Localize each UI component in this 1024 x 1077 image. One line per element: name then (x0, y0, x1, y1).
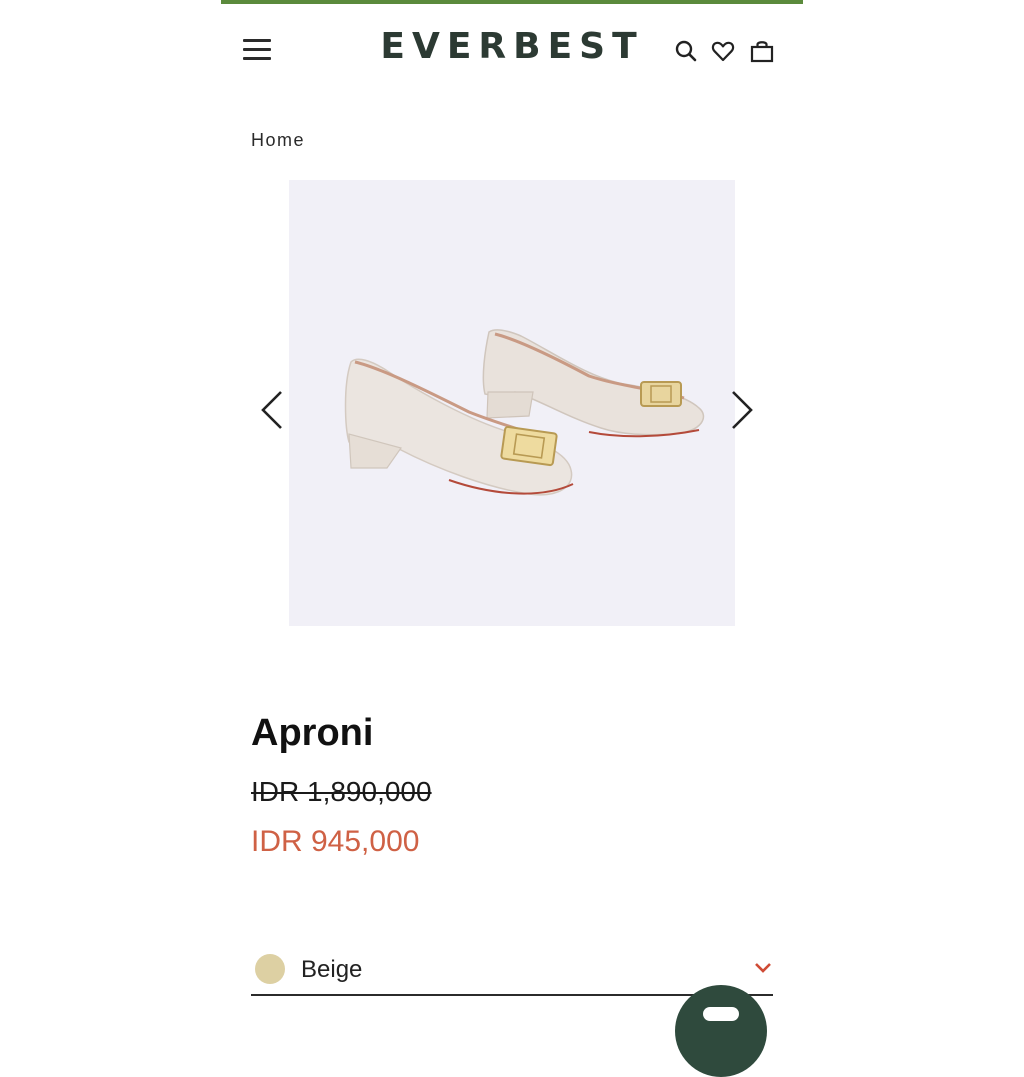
chat-icon (703, 1007, 739, 1021)
chevron-left-icon[interactable] (257, 388, 287, 432)
color-select[interactable]: Beige (251, 944, 773, 996)
chevron-down-icon (753, 960, 773, 976)
selected-color-label: Beige (301, 956, 363, 983)
chevron-right-icon[interactable] (727, 388, 757, 432)
breadcrumb-home[interactable]: Home (251, 130, 305, 151)
search-icon[interactable] (673, 38, 699, 64)
product-title: Aproni (251, 712, 374, 754)
chat-button[interactable] (675, 985, 767, 1077)
product-image[interactable] (289, 180, 735, 626)
original-price: IDR 1,890,000 (251, 776, 432, 807)
shoe-back-illustration (482, 329, 705, 438)
sale-price: IDR 945,000 (251, 825, 420, 858)
header: EVERBEST (221, 4, 803, 94)
bag-icon[interactable] (749, 38, 775, 64)
heart-icon[interactable] (710, 38, 736, 64)
product-page: EVERBEST Home Aproni IDR 1,890,000 IDR 9… (221, 0, 803, 1077)
color-swatch (255, 954, 285, 984)
